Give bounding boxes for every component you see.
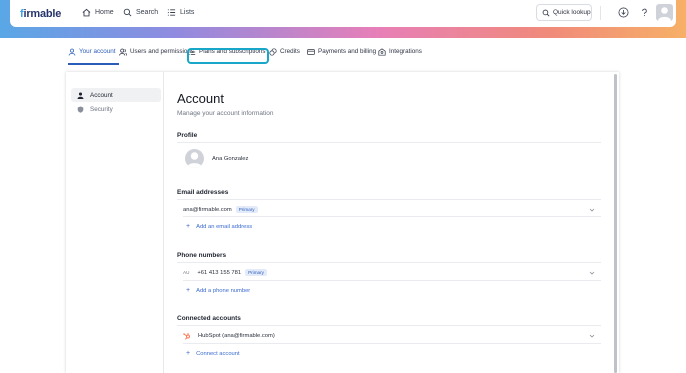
plus-icon: +	[186, 350, 191, 357]
connected-account-row[interactable]: HubSpot (ana@firmable.com)	[183, 332, 275, 340]
tab-payments-label: Payments and billing	[318, 48, 377, 55]
plus-icon: +	[186, 287, 191, 294]
chevron-down-icon[interactable]	[589, 207, 595, 213]
profile-avatar[interactable]	[185, 149, 204, 168]
sidebar-item-label: Account	[90, 91, 113, 99]
email-section-title: Email addresses	[177, 189, 229, 196]
sidebar-item-security[interactable]: Security	[71, 102, 161, 116]
page-subtitle: Manage your account information	[177, 110, 274, 117]
shield-icon	[77, 105, 84, 113]
add-email-label: Add an email address	[196, 223, 253, 230]
nav-lists-label: Lists	[180, 9, 195, 16]
search-icon	[123, 8, 132, 17]
divider	[177, 199, 601, 200]
nav-search[interactable]: Search	[123, 8, 158, 17]
tab-your-account-label: Your account	[79, 48, 116, 55]
tab-credits-label: Credits	[280, 48, 300, 55]
nav-search-label: Search	[136, 9, 159, 16]
hubspot-icon	[183, 333, 190, 340]
phone-value: +61 413 155 781	[197, 269, 242, 276]
phone-row[interactable]: AU +61 413 155 781 Primary	[183, 269, 267, 276]
add-phone-link[interactable]: + Add a phone number	[186, 287, 250, 294]
email-value: ana@firmable.com	[183, 206, 232, 213]
profile-name: Ana Gonzalez	[212, 156, 249, 162]
home-icon	[82, 8, 91, 17]
primary-badge: Primary	[235, 206, 258, 213]
settings-panel: Your account Users and permissions Plans…	[0, 38, 686, 373]
toolbar-divider	[600, 6, 601, 20]
tab-users-label: Users and permissions	[130, 48, 195, 55]
tab-your-account[interactable]: Your account	[68, 38, 119, 65]
divider	[183, 343, 601, 344]
tab-credits[interactable]: Credits	[269, 38, 300, 65]
account-sidebar: Account Security	[66, 72, 164, 373]
user-icon	[68, 48, 76, 56]
users-icon	[119, 48, 127, 56]
top-bar: firmable Home Search Lists Quick lookup	[10, 0, 676, 27]
connect-account-link[interactable]: + Connect account	[186, 350, 240, 357]
sidebar-item-label: Security	[90, 105, 113, 113]
nav-home-label: Home	[95, 9, 114, 16]
nav-home[interactable]: Home	[82, 8, 114, 17]
tab-payments-and-billing[interactable]: Payments and billing	[307, 38, 376, 65]
search-icon	[542, 9, 550, 16]
profile-section-title: Profile	[177, 132, 198, 139]
email-row[interactable]: ana@firmable.com Primary	[183, 206, 258, 213]
tab-highlight-outline	[187, 48, 269, 64]
tab-integrations-label: Integrations	[389, 48, 422, 55]
tab-integrations[interactable]: Integrations	[378, 38, 422, 65]
help-icon[interactable]	[639, 7, 650, 18]
add-phone-label: Add a phone number	[196, 287, 251, 294]
divider	[177, 262, 601, 263]
connected-section-title: Connected accounts	[177, 315, 241, 322]
account-main: Account Manage your account information …	[177, 72, 601, 373]
add-email-link[interactable]: + Add an email address	[186, 223, 252, 230]
user-avatar-icon	[187, 152, 202, 168]
quick-lookup-label: Quick lookup	[553, 9, 591, 16]
country-code: AU	[183, 270, 190, 275]
list-icon	[167, 9, 176, 16]
divider	[183, 216, 601, 217]
puzzle-icon	[378, 47, 386, 56]
chevron-down-icon[interactable]	[589, 270, 595, 276]
person-icon	[77, 91, 84, 99]
page-title: Account	[177, 91, 224, 106]
scrollbar[interactable]	[614, 74, 617, 373]
user-avatar-icon	[658, 7, 671, 21]
sidebar-item-account[interactable]: Account	[71, 88, 161, 102]
download-icon[interactable]	[618, 7, 629, 18]
phone-section-title: Phone numbers	[177, 252, 227, 259]
plus-icon: +	[186, 223, 191, 230]
avatar[interactable]	[656, 4, 673, 21]
connect-account-label: Connect account	[196, 350, 240, 357]
chevron-down-icon[interactable]	[589, 333, 595, 339]
nav-lists[interactable]: Lists	[167, 8, 194, 17]
firmable-logo[interactable]: firmable	[20, 8, 61, 20]
coins-icon	[269, 47, 277, 56]
primary-badge: Primary	[245, 269, 267, 276]
divider	[177, 142, 601, 143]
divider	[183, 280, 601, 281]
tab-users-and-permissions[interactable]: Users and permissions	[119, 38, 194, 65]
card-icon	[307, 48, 315, 55]
account-card: Account Security Account Manage your acc…	[66, 72, 619, 373]
divider	[177, 325, 601, 326]
connected-account-value: HubSpot (ana@firmable.com)	[198, 333, 275, 339]
quick-lookup-button[interactable]: Quick lookup	[536, 4, 592, 21]
